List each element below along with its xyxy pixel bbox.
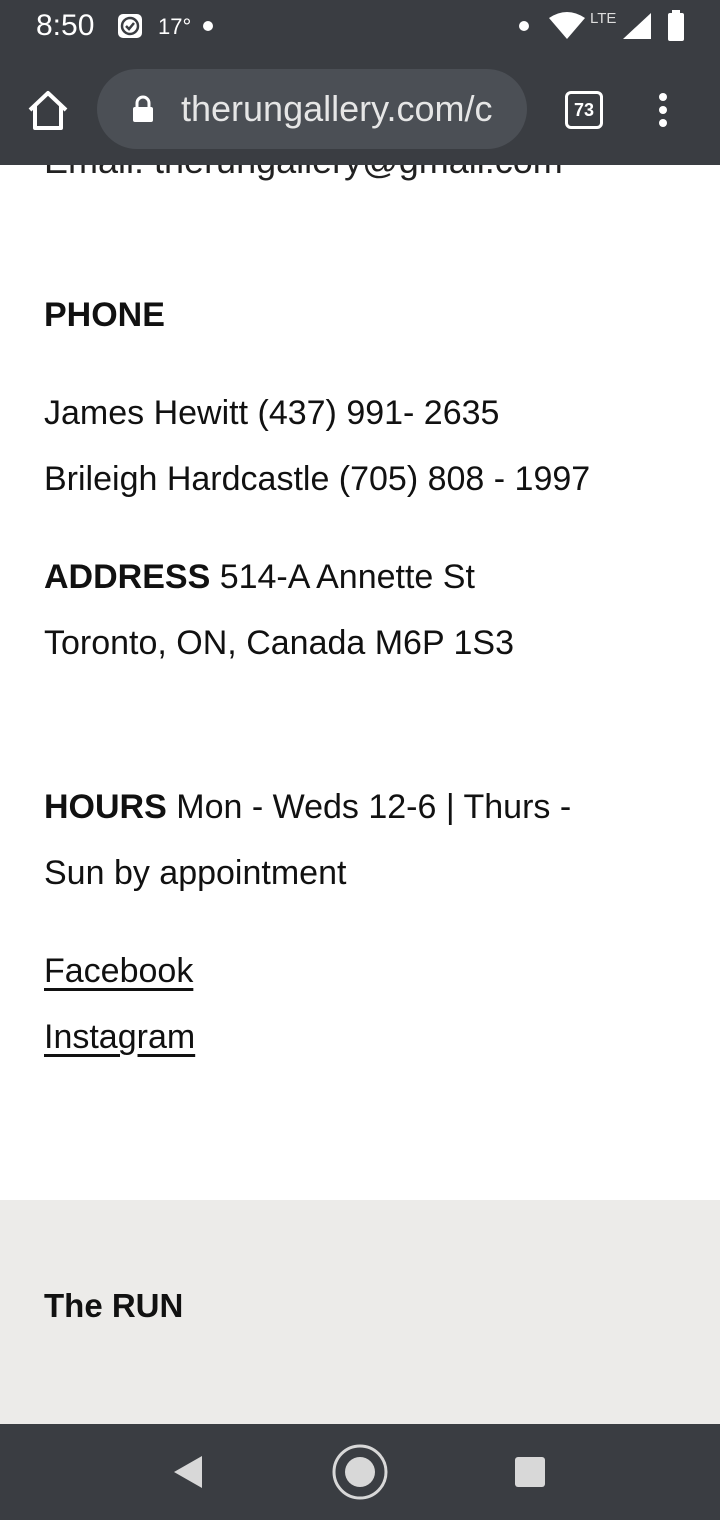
lock-icon <box>133 95 153 122</box>
back-icon[interactable] <box>172 1454 204 1490</box>
site-footer: The RUN <box>0 1200 720 1424</box>
hours-line-1: HOURS Mon - Weds 12-6 | Thurs - <box>44 788 571 827</box>
instagram-link[interactable]: Instagram <box>44 1018 195 1057</box>
hours-text: Mon - Weds 12-6 | Thurs - <box>166 788 572 826</box>
hours-line-2: Sun by appointment <box>44 854 347 892</box>
address-line-1: ADDRESS 514-A Annette St <box>44 558 475 597</box>
more-vert-icon[interactable] <box>656 92 670 128</box>
address-bar[interactable]: therungallery.com/c <box>97 69 527 149</box>
footer-title: The RUN <box>44 1287 184 1324</box>
phone-line-brileigh: Brileigh Hardcastle (705) 808 - 1997 <box>44 460 591 498</box>
wifi-icon <box>549 12 585 39</box>
status-time: 8:50 <box>36 9 95 42</box>
url-text: therungallery.com/c <box>181 88 493 129</box>
signal-icon <box>623 13 651 39</box>
address-line-2: Toronto, ON, Canada M6P 1S3 <box>44 624 514 662</box>
email-line-cut-off: Email: therungallery@gmail.com <box>44 165 563 182</box>
battery-icon <box>668 10 684 41</box>
facebook-link[interactable]: Facebook <box>44 952 193 991</box>
phone-heading: PHONE <box>44 296 165 334</box>
phone-line-james: James Hewitt (437) 991- 2635 <box>44 394 500 432</box>
status-temperature: 17° <box>158 14 192 39</box>
home-icon[interactable] <box>26 90 70 132</box>
network-type: LTE <box>590 10 617 27</box>
browser-toolbar: therungallery.com/c 73 <box>0 52 720 165</box>
tab-switcher-button[interactable]: 73 <box>565 91 603 129</box>
tab-count: 73 <box>573 100 595 120</box>
home-circle-icon[interactable] <box>331 1443 389 1501</box>
notification-dot-icon-2 <box>519 21 529 31</box>
address-street: 514-A Annette St <box>210 558 475 596</box>
notification-dot-icon <box>203 21 213 31</box>
hours-label: HOURS <box>44 788 167 826</box>
address-label: ADDRESS <box>44 558 211 596</box>
page-content: Email: therungallery@gmail.com PHONE Jam… <box>0 165 720 1200</box>
status-bar: 8:50 17° LTE <box>0 0 720 52</box>
check-badge-icon <box>118 14 142 38</box>
recents-icon[interactable] <box>514 1456 546 1488</box>
navigation-bar <box>0 1424 720 1520</box>
